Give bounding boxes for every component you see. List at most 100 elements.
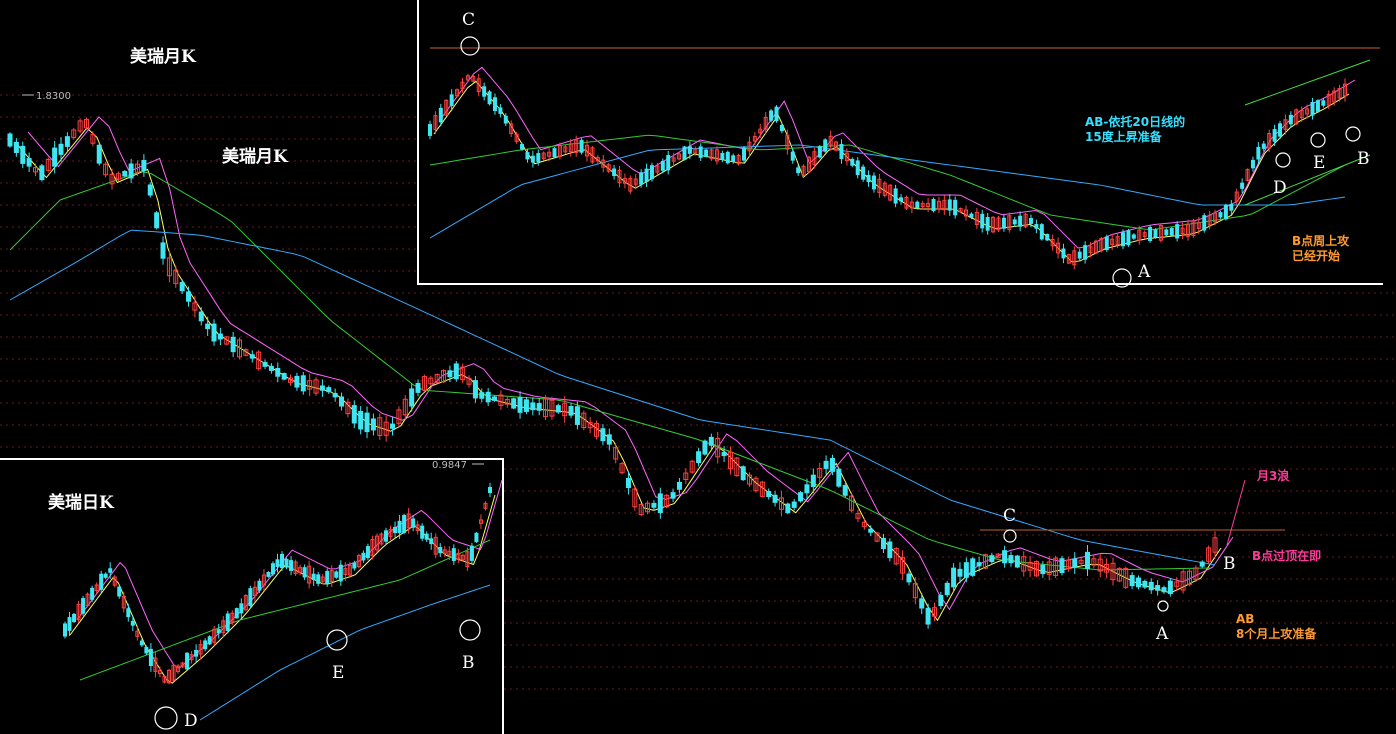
candle-body [791, 501, 797, 508]
candle-body [1321, 100, 1326, 106]
candle-body [108, 568, 113, 573]
candle-body [1218, 212, 1223, 218]
candle-body [742, 147, 747, 161]
candle-body [358, 410, 364, 430]
candle-body [289, 560, 294, 571]
candle-body [7, 133, 13, 147]
candle-body [284, 558, 289, 568]
candle-body [179, 282, 185, 292]
candle-body [676, 481, 682, 490]
candle-body [257, 580, 262, 591]
candle-body [1126, 230, 1131, 246]
candle-body [1077, 251, 1082, 259]
candle-body [600, 428, 606, 442]
candle-body [1175, 224, 1180, 239]
candle-body [525, 152, 530, 160]
candle-body [1083, 245, 1088, 260]
candle-body [823, 460, 829, 469]
candle-body [511, 398, 517, 409]
candle-body [26, 158, 32, 167]
candle-body [492, 396, 498, 401]
candle-body [1202, 215, 1207, 231]
candle-body [1199, 561, 1205, 567]
weekly-note2-line2: 已经开始 [1292, 248, 1340, 263]
candle-body [871, 175, 876, 190]
candle-body [1008, 555, 1014, 564]
candle-body [721, 452, 727, 457]
wave-note: 月3浪 [1256, 468, 1289, 483]
candle-body [855, 160, 860, 176]
candle-body [194, 650, 199, 657]
candle-body [1229, 204, 1234, 211]
candle-body [205, 323, 211, 330]
breakout-note: B点过顶在即 [1252, 548, 1321, 563]
candle-body [203, 640, 208, 650]
candle-body [72, 613, 77, 623]
candle-body [963, 562, 969, 578]
candle-body [402, 515, 407, 533]
monthly-title: 美瑞月K [130, 46, 197, 67]
monthly-c-marker [1003, 529, 1017, 543]
candle-body [225, 613, 230, 631]
candle-body [52, 147, 58, 167]
candle-body [262, 361, 268, 367]
candle-body [90, 587, 95, 600]
candle-body [370, 418, 376, 431]
candle-body [316, 574, 321, 584]
candle-body [919, 598, 925, 609]
candle-body [338, 564, 343, 582]
candle-body [766, 491, 772, 498]
monthly-label-c: C [1003, 506, 1016, 526]
candle-body [704, 149, 709, 157]
candle-body [687, 146, 692, 154]
candle-body [796, 167, 801, 174]
candle-body [488, 486, 492, 494]
candle-body [141, 159, 147, 171]
candle-body [1002, 550, 1008, 564]
candle-body [555, 405, 561, 413]
candle-body [325, 570, 330, 585]
candle-body [660, 160, 665, 171]
candle-body [334, 571, 339, 578]
candle-body [1039, 224, 1044, 240]
monthly-a-marker [1157, 600, 1169, 612]
candle-body [530, 402, 536, 411]
candle-body [275, 367, 281, 377]
candle-body [1012, 219, 1017, 225]
candle-body [234, 608, 239, 619]
candle-body [861, 166, 866, 180]
candle-body [976, 562, 982, 567]
candle-body [393, 526, 398, 534]
candle-body [207, 636, 212, 645]
candle-body [639, 172, 644, 185]
candle-body [829, 457, 835, 472]
candle-body [64, 136, 70, 147]
candle-body [931, 198, 936, 212]
candle-body [332, 392, 338, 398]
candle-body [850, 158, 855, 166]
candle-body [1059, 558, 1065, 573]
candle-body [384, 530, 389, 542]
candle-body [1256, 146, 1261, 160]
weekly-note2-line1: B点周上攻 [1292, 233, 1350, 248]
candle-body [280, 553, 285, 569]
candle-body [415, 382, 421, 393]
candle-body [58, 143, 64, 155]
candle-body [424, 533, 429, 540]
candle-body [947, 199, 952, 211]
ab-note-line2: 8个月上攻准备 [1236, 626, 1317, 641]
candle-body [96, 144, 102, 164]
candle-body [798, 492, 804, 502]
candle-body [906, 573, 912, 583]
weekly-label-d: D [1273, 178, 1287, 198]
candle-body [1169, 227, 1174, 236]
candle-body [485, 391, 491, 403]
candle-body [944, 582, 950, 596]
candle-body [696, 451, 702, 464]
candle-body [128, 163, 134, 179]
candle-body [523, 399, 529, 412]
candle-body [839, 143, 844, 160]
candle-body [447, 370, 453, 378]
candle-body [351, 405, 357, 424]
candle-body [866, 174, 871, 183]
